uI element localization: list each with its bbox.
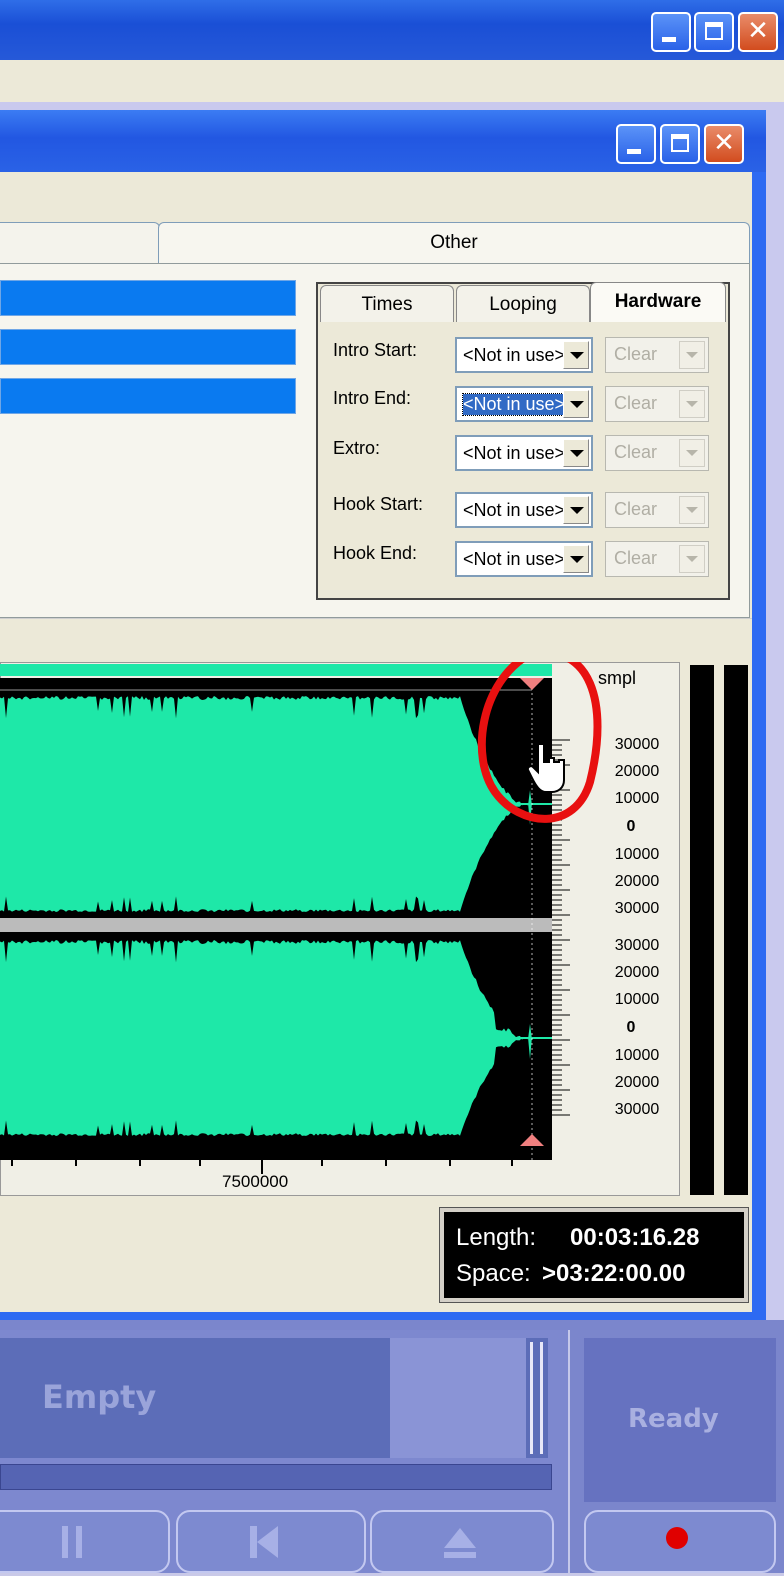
chevron-down-icon (679, 545, 705, 573)
recorder-status: Ready (628, 1404, 719, 1434)
y-tick-label: 10000 (614, 1047, 660, 1064)
y-tick-label: 20000 (614, 873, 660, 890)
selected-field-1[interactable] (0, 280, 296, 316)
subtab-looping[interactable]: Looping (456, 285, 590, 323)
hook-start-label: Hook Start: (333, 494, 424, 514)
level-meter-right (724, 665, 748, 1195)
track-status: Empty (42, 1378, 157, 1416)
chevron-down-icon[interactable] (563, 439, 589, 467)
track-display-side (390, 1338, 526, 1458)
chevron-down-icon (679, 341, 705, 369)
hook-end-combo[interactable]: <Not in use> (455, 541, 593, 577)
y-tick-label: 0 (626, 1019, 636, 1036)
intro-end-combo[interactable]: <Not in use> (455, 386, 593, 422)
outer-maximize-button[interactable] (694, 12, 734, 52)
playback-progress-bar[interactable] (0, 1464, 552, 1490)
length-value: 00:03:16.28 (570, 1224, 700, 1251)
selected-field-2[interactable] (0, 329, 296, 365)
sample-unit-label: smpl (598, 668, 637, 688)
outer-menu-bar (0, 60, 784, 102)
channel-divider (0, 918, 552, 932)
slider-rail (540, 1342, 543, 1454)
waveform-overview[interactable] (0, 664, 552, 676)
inner-maximize-button[interactable] (660, 124, 700, 164)
y-tick-label: 10000 (614, 790, 660, 807)
outer-minimize-button[interactable] (651, 12, 691, 52)
chevron-down-icon[interactable] (563, 545, 589, 573)
chevron-down-icon (679, 439, 705, 467)
eject-button[interactable] (370, 1510, 554, 1573)
outer-close-button[interactable]: ✕ (738, 12, 778, 52)
y-tick-label: 30000 (614, 937, 660, 954)
waveform-channel-right (0, 940, 552, 1136)
level-meter-left (690, 665, 714, 1195)
y-tick-label: 10000 (614, 991, 660, 1008)
chevron-down-icon (679, 496, 705, 524)
hook-end-label: Hook End: (333, 543, 418, 563)
y-axis-ticks (552, 739, 570, 1116)
inner-minimize-button[interactable] (616, 124, 656, 164)
waveform-display[interactable] (0, 662, 680, 1196)
eject-icon (444, 1528, 476, 1558)
inner-close-button[interactable]: ✕ (704, 124, 744, 164)
y-tick-label: 20000 (614, 964, 660, 981)
y-tick-label: 30000 (614, 1101, 660, 1118)
extro-label: Extro: (333, 438, 381, 458)
hook-start-clear: Clear (605, 492, 709, 528)
subtab-times[interactable]: Times (320, 285, 454, 323)
intro-start-combo[interactable]: <Not in use> (455, 337, 593, 373)
extro-clear: Clear (605, 435, 709, 471)
y-tick-label: 20000 (614, 1074, 660, 1091)
space-value: >03:22:00.00 (542, 1260, 686, 1287)
space-label: Space: (456, 1260, 531, 1287)
waveform-shape (0, 940, 532, 1136)
chevron-down-icon (679, 390, 705, 418)
length-display: Length: 00:03:16.28 Space: >03:22:00.00 (439, 1207, 749, 1303)
waveform-shape (0, 696, 532, 912)
length-label: Length: (456, 1224, 537, 1251)
y-tick-label: 30000 (614, 900, 660, 917)
y-tick-label: 30000 (614, 736, 660, 753)
skip-back-icon (250, 1526, 278, 1558)
intro-end-label: Intro End: (333, 388, 412, 408)
record-icon (666, 1527, 688, 1549)
pause-icon (62, 1526, 82, 1558)
subtab-hardware[interactable]: Hardware (590, 282, 726, 324)
selected-field-3[interactable] (0, 378, 296, 414)
waveform-channel-left (0, 696, 552, 912)
tab-other[interactable]: Other (158, 222, 750, 264)
chevron-down-icon[interactable] (563, 390, 589, 418)
x-tick-label: 7500000 (222, 1172, 289, 1191)
slider-rail (530, 1342, 533, 1454)
tab-previous[interactable] (0, 222, 160, 264)
chevron-down-icon[interactable] (563, 496, 589, 524)
y-tick-label: 0 (626, 818, 636, 835)
y-tick-label: 10000 (614, 846, 660, 863)
extro-combo[interactable]: <Not in use> (455, 435, 593, 471)
hook-end-clear: Clear (605, 541, 709, 577)
intro-end-clear: Clear (605, 386, 709, 422)
pause-button[interactable] (0, 1510, 170, 1573)
waveform-toolbar (0, 618, 752, 661)
intro-start-clear: Clear (605, 337, 709, 373)
hook-start-combo[interactable]: <Not in use> (455, 492, 593, 528)
intro-start-label: Intro Start: (333, 340, 418, 360)
previous-button[interactable] (176, 1510, 366, 1573)
chevron-down-icon[interactable] (563, 341, 589, 369)
y-tick-label: 20000 (614, 763, 660, 780)
